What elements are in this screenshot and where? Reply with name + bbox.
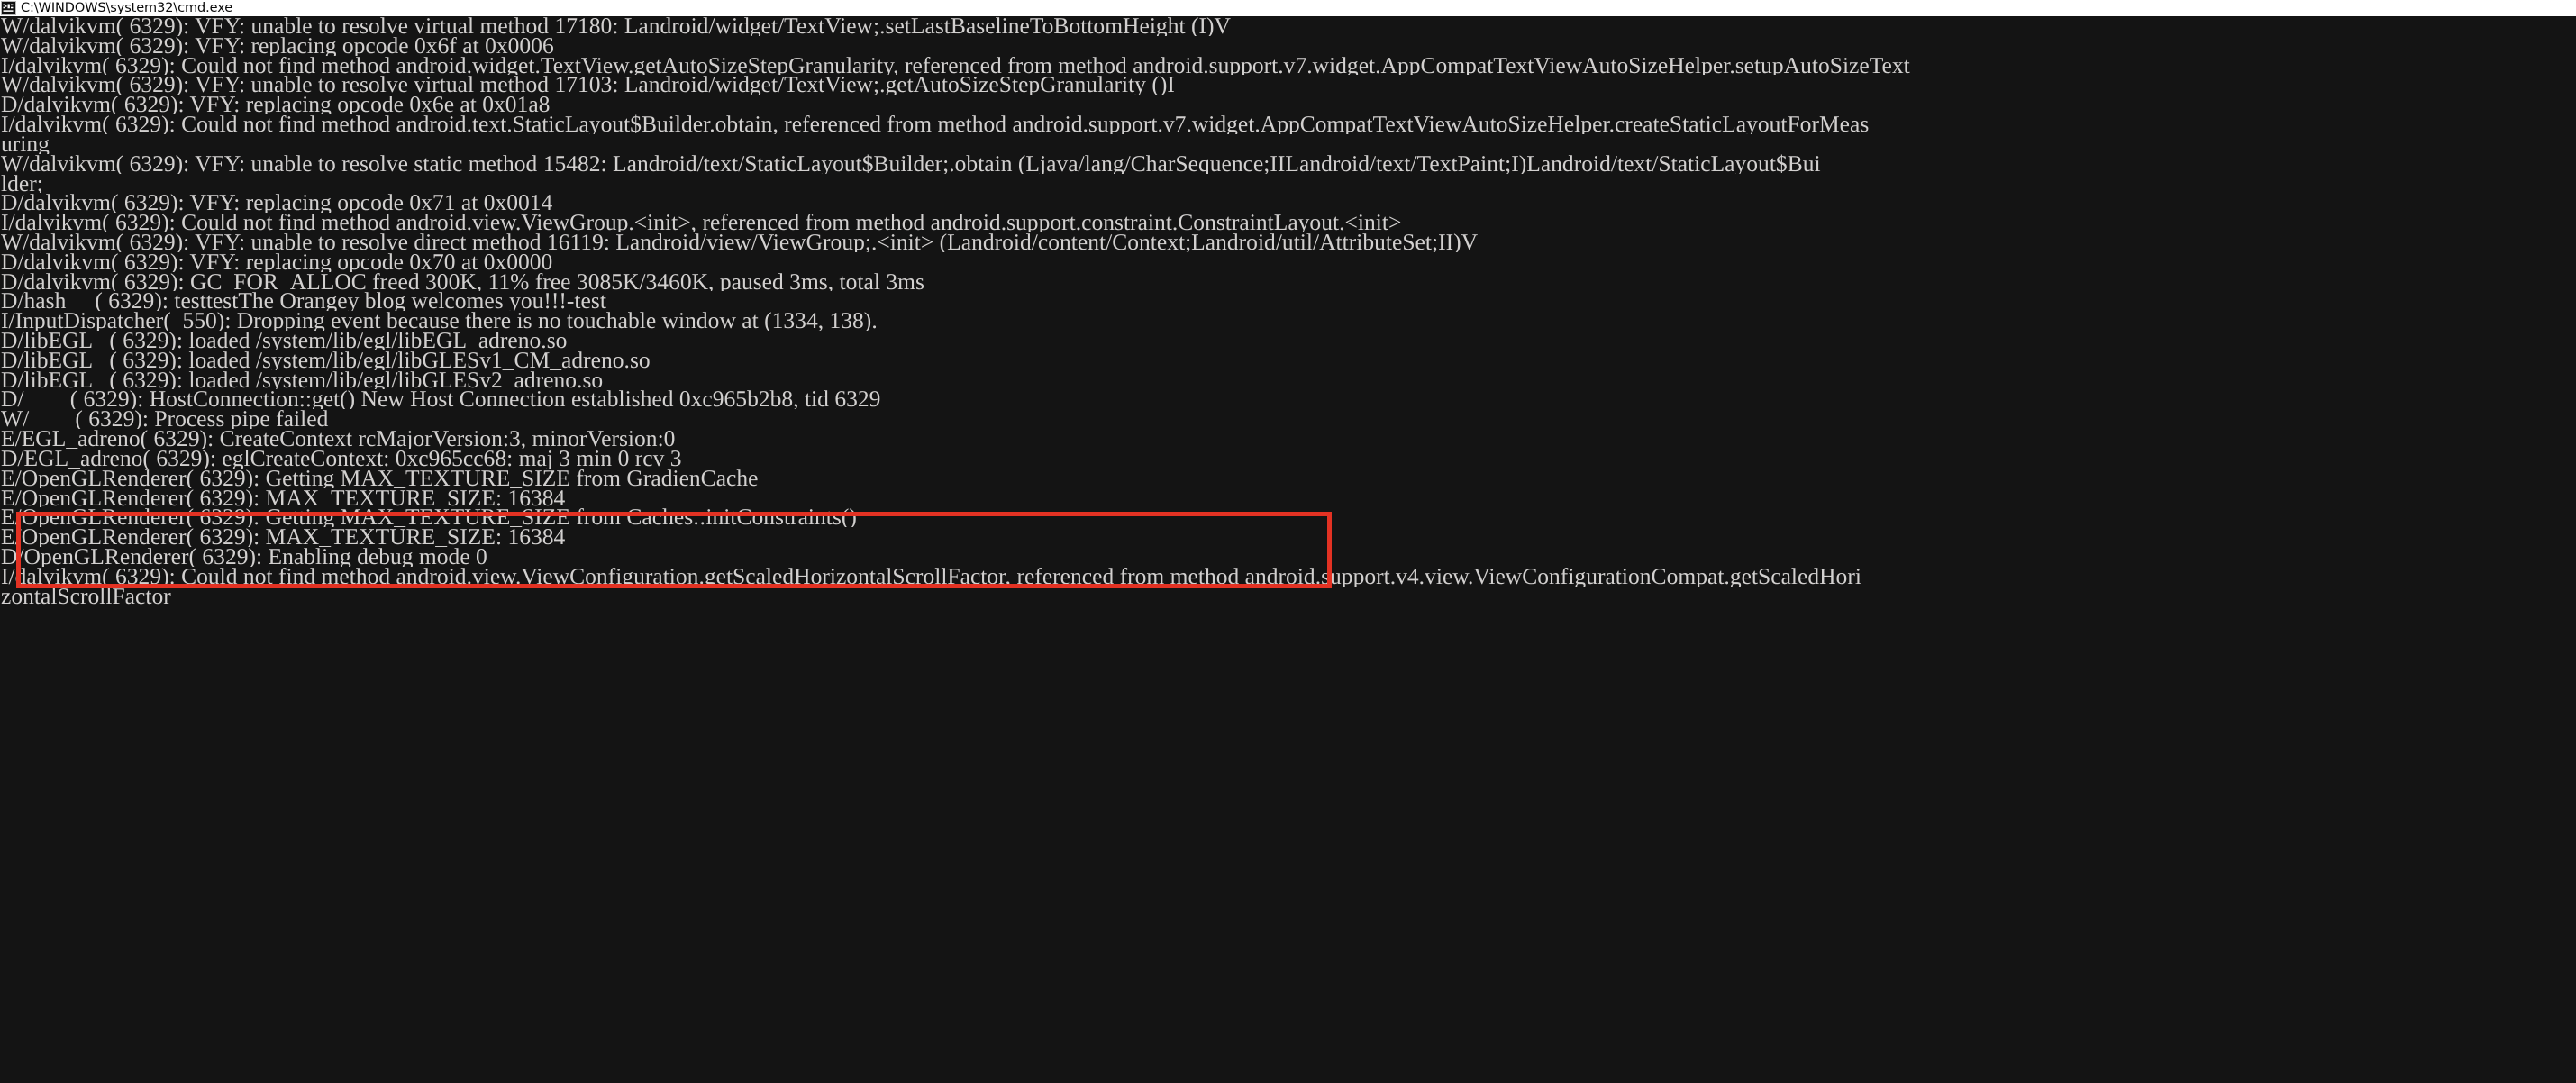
console-line: D/ ( 6329): HostConnection::get() New Ho… [1, 389, 881, 410]
console-line: uring [1, 133, 50, 154]
console-line: W/dalvikvm( 6329): VFY: unable to resolv… [1, 153, 1821, 174]
console-line: W/dalvikvm( 6329): VFY: replacing opcode… [1, 35, 554, 56]
console-line: W/dalvikvm( 6329): VFY: unable to resolv… [1, 232, 1479, 252]
console-line: D/libEGL ( 6329): loaded /system/lib/egl… [1, 369, 604, 390]
console-line: W/ ( 6329): Process pipe failed [1, 409, 329, 430]
console-line: D/hash ( 6329): testtestThe Orangey blog… [1, 291, 606, 312]
console-line: D/dalvikvm( 6329): VFY: replacing opcode… [1, 251, 553, 272]
console-output-area[interactable]: W/dalvikvm( 6329): VFY: unable to resolv… [0, 16, 2576, 1083]
window-titlebar[interactable]: C:\WINDOWS\system32\cmd.exe [0, 0, 2576, 16]
window-title: C:\WINDOWS\system32\cmd.exe [21, 1, 233, 15]
console-line: E/EGL_adreno( 6329): CreateContext rcMaj… [1, 429, 676, 449]
console-line: W/dalvikvm( 6329): VFY: unable to resolv… [1, 75, 1175, 96]
console-line: I/dalvikvm( 6329): Could not find method… [1, 114, 1870, 134]
cmd-console-icon [1, 1, 16, 15]
console-line: D/libEGL ( 6329): loaded /system/lib/egl… [1, 350, 651, 370]
console-line: E/OpenGLRenderer( 6329): Getting MAX_TEX… [1, 468, 759, 488]
console-line: D/EGL_adreno( 6329): eglCreateContext: 0… [1, 448, 682, 469]
console-line: I/InputDispatcher( 550): Dropping event … [1, 311, 878, 331]
console-line: D/dalvikvm( 6329): GC_FOR_ALLOC freed 30… [1, 271, 924, 292]
console-line: D/OpenGLRenderer( 6329): Enabling debug … [1, 546, 487, 567]
console-line: I/dalvikvm( 6329): Could not find method… [1, 566, 1861, 587]
console-line: E/OpenGLRenderer( 6329): Getting MAX_TEX… [1, 507, 857, 528]
console-line: D/libEGL ( 6329): loaded /system/lib/egl… [1, 331, 568, 350]
console-line: W/dalvikvm( 6329): VFY: unable to resolv… [1, 16, 1231, 36]
console-line: D/dalvikvm( 6329): VFY: replacing opcode… [1, 193, 553, 214]
console-line: E/OpenGLRenderer( 6329): MAX_TEXTURE_SIZ… [1, 527, 566, 547]
console-line: I/dalvikvm( 6329): Could not find method… [1, 213, 1402, 232]
console-line: lder; [1, 173, 43, 194]
console-line-list: W/dalvikvm( 6329): VFY: unable to resolv… [0, 16, 2576, 605]
console-line: zontalScrollFactor [1, 586, 171, 606]
console-line: D/dalvikvm( 6329): VFY: replacing opcode… [1, 95, 551, 115]
console-line: E/OpenGLRenderer( 6329): MAX_TEXTURE_SIZ… [1, 487, 566, 508]
console-line: I/dalvikvm( 6329): Could not find method… [1, 55, 1910, 76]
